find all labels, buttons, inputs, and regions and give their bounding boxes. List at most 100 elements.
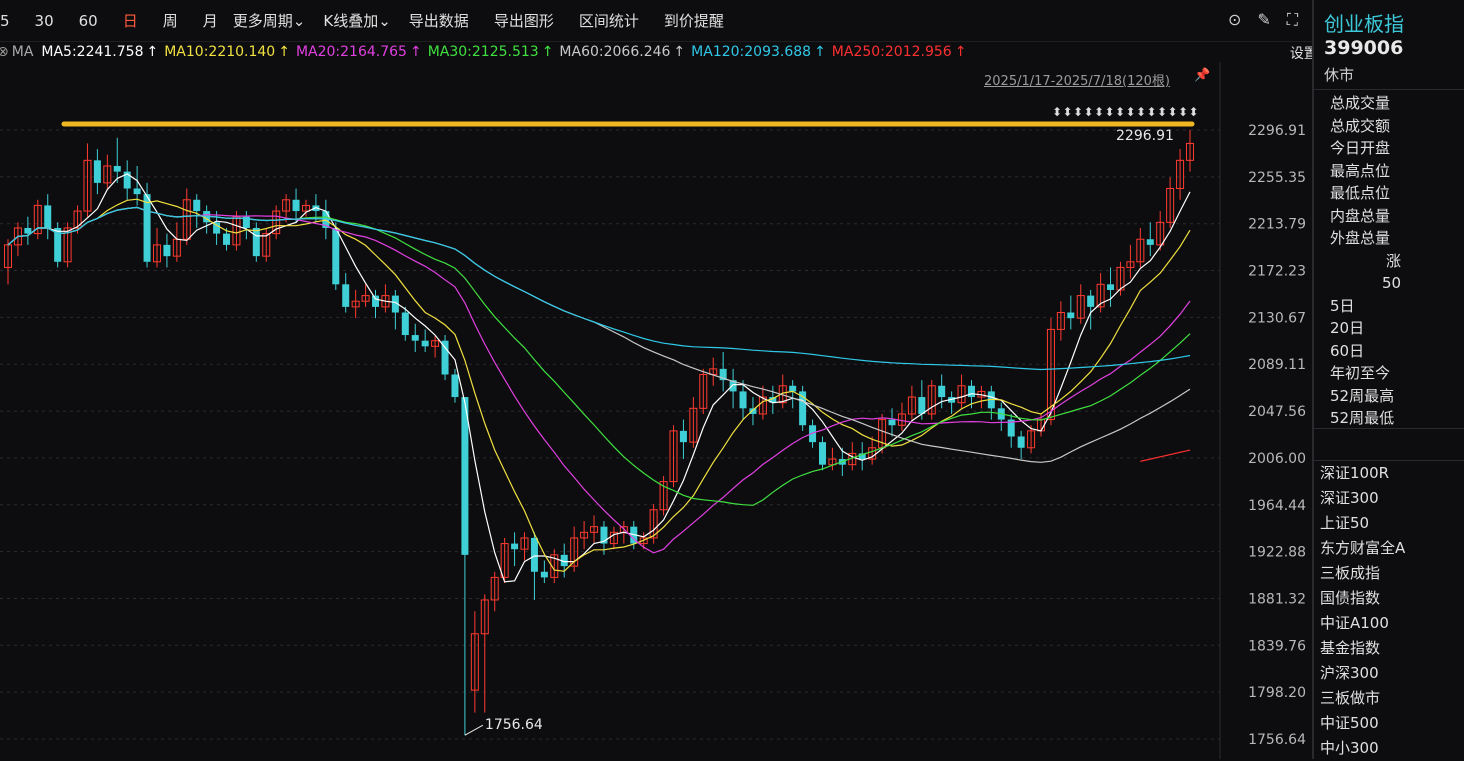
low-annotation-arrow bbox=[464, 724, 484, 736]
ma30-line bbox=[7, 206, 1191, 506]
price-alert-button[interactable]: 到价提醒 bbox=[648, 10, 733, 31]
index-list: 深证100R 深证300 上证50 东方财富全A 三板成指 国债指数 中证A10… bbox=[1320, 461, 1464, 761]
export-image-button[interactable]: 导出图形 bbox=[478, 10, 563, 31]
kline-overlay-dropdown[interactable]: K线叠加⌄ bbox=[314, 10, 399, 31]
stat-total-volume: 总成交量 bbox=[1330, 94, 1391, 112]
candle-body bbox=[918, 397, 926, 414]
chevron-circle-down-icon[interactable]: ⊙ bbox=[1228, 10, 1241, 30]
list-item[interactable]: 国债指数 bbox=[1320, 586, 1464, 611]
ma5-arrow-icon: ↑ bbox=[146, 44, 159, 60]
candle-body bbox=[679, 430, 687, 443]
ma10-value: MA10:2210.140 bbox=[164, 44, 276, 60]
index-name: 创业板指 bbox=[1324, 12, 1404, 36]
y-tick-label: 1756.64 bbox=[1248, 732, 1306, 748]
candle-body bbox=[113, 165, 121, 172]
period-month[interactable]: 月 bbox=[187, 10, 227, 31]
fullscreen-icon[interactable]: ⛶ bbox=[1287, 10, 1298, 30]
candle-body bbox=[24, 227, 32, 234]
marker-arrow-icon: ⬍ bbox=[1147, 105, 1157, 119]
candle-body bbox=[193, 199, 201, 212]
period-5d: 5日 bbox=[1330, 296, 1355, 315]
brush-icon[interactable]: ✎ bbox=[1257, 10, 1270, 30]
list-item[interactable]: 三板做市 bbox=[1320, 686, 1464, 711]
marker-arrow-icon: ⬍ bbox=[1073, 105, 1083, 119]
candle-body bbox=[888, 419, 896, 426]
divider bbox=[1314, 89, 1464, 90]
list-item[interactable]: 深证100R bbox=[1320, 461, 1464, 486]
close-icon[interactable]: ⊗ bbox=[0, 44, 9, 60]
more-period-dropdown[interactable]: 更多周期⌄ bbox=[227, 10, 315, 31]
marker-arrow-icon: ⬍ bbox=[1157, 105, 1167, 119]
market-status: 休市 bbox=[1324, 66, 1355, 84]
candle-body bbox=[530, 537, 538, 572]
ma30-arrow-icon: ↑ bbox=[541, 44, 554, 60]
stat-open: 今日开盘 bbox=[1330, 139, 1391, 157]
divider bbox=[1314, 428, 1464, 429]
marker-arrow-icon: ⬍ bbox=[1094, 105, 1104, 119]
range-stats-button[interactable]: 区间统计 bbox=[563, 10, 648, 31]
y-tick-label: 1964.44 bbox=[1248, 498, 1306, 514]
stat-total-amount: 总成交额 bbox=[1330, 116, 1391, 135]
chart-toolbar: 5 30 60 日 周 月 更多周期⌄ K线叠加⌄ 导出数据 导出图形 区间统计… bbox=[0, 0, 1312, 42]
list-item[interactable]: 中小300 bbox=[1320, 736, 1464, 761]
stat-up-value: 50 bbox=[1382, 274, 1402, 292]
period-week[interactable]: 周 bbox=[147, 10, 187, 31]
stat-low: 最低点位 bbox=[1330, 184, 1391, 202]
candle-body bbox=[133, 188, 141, 195]
candle-body bbox=[292, 199, 300, 212]
candle-body bbox=[1017, 436, 1025, 448]
ma-indicator-bar: ⊗ MA MA5:2241.758 ↑ MA10:2210.140 ↑ MA20:2… bbox=[0, 42, 1312, 62]
high-annotation: 2296.91 bbox=[1116, 128, 1174, 144]
candle-body bbox=[540, 571, 548, 578]
candle-body bbox=[451, 374, 459, 398]
list-item[interactable]: 东方财富全A bbox=[1320, 536, 1464, 561]
list-item[interactable]: 深证300 bbox=[1320, 486, 1464, 511]
quote-sidebar: 创业板指 399006 休市 总成交量 总成交额 今日开盘 最高点位 最低点位 … bbox=[1312, 0, 1464, 759]
period-52w-high: 52周最高 bbox=[1330, 386, 1395, 405]
ma120-value: MA120:2093.688 bbox=[691, 44, 812, 60]
candle-body bbox=[441, 340, 449, 375]
period-52w-low: 52周最低 bbox=[1330, 409, 1395, 427]
candle-body bbox=[421, 340, 429, 347]
candle-body bbox=[938, 385, 946, 398]
marker-arrow-icon: ⬍ bbox=[1084, 105, 1094, 119]
list-item[interactable]: 中证500 bbox=[1320, 711, 1464, 736]
marker-arrow-icon: ⬍ bbox=[1052, 105, 1062, 119]
period-5[interactable]: 5 bbox=[0, 12, 19, 30]
ma5-value: MA5:2241.758 bbox=[41, 44, 144, 60]
list-item[interactable]: 沪深300 bbox=[1320, 661, 1464, 686]
list-item[interactable]: 三板成指 bbox=[1320, 561, 1464, 586]
ma250-value: MA250:2012.956 bbox=[831, 44, 952, 60]
period-60[interactable]: 60 bbox=[63, 12, 107, 30]
candle-body bbox=[372, 295, 380, 307]
stat-up-label: 涨 bbox=[1386, 251, 1402, 270]
period-day[interactable]: 日 bbox=[107, 10, 147, 31]
period-30[interactable]: 30 bbox=[19, 12, 63, 30]
chevron-down-icon: ⌄ bbox=[292, 12, 306, 30]
candle-body bbox=[1067, 312, 1075, 319]
toolbar-right-icons: ⊙ ✎ ⛶ bbox=[1228, 10, 1298, 30]
kline-chart[interactable]: 2296.91 2255.35 2213.79 2172.23 2130.67 2089.… bbox=[0, 62, 1312, 759]
list-item[interactable]: 上证50 bbox=[1320, 511, 1464, 536]
export-data-button[interactable]: 导出数据 bbox=[400, 10, 478, 31]
ma-prefix: MA bbox=[11, 44, 34, 60]
candle-body bbox=[342, 284, 350, 307]
y-tick-label: 2213.79 bbox=[1248, 217, 1306, 233]
ma20-value: MA20:2164.765 bbox=[295, 44, 407, 60]
period-ytd: 年初至今 bbox=[1330, 364, 1391, 382]
candle-body bbox=[461, 397, 469, 555]
list-item[interactable]: 基金指数 bbox=[1320, 636, 1464, 661]
marker-arrow-icon: ⬍ bbox=[1063, 105, 1073, 119]
marker-arrow-icon: ⬍ bbox=[1115, 105, 1125, 119]
y-tick-label: 2172.23 bbox=[1248, 264, 1306, 280]
ma20-line bbox=[7, 206, 1191, 554]
ma120-arrow-icon: ↑ bbox=[814, 44, 826, 60]
period-20d: 20日 bbox=[1330, 319, 1365, 337]
marker-arrow-icon: ⬍ bbox=[1126, 105, 1136, 119]
candle-body bbox=[1087, 295, 1095, 307]
list-item[interactable]: 中证A100 bbox=[1320, 611, 1464, 636]
ma10-arrow-icon: ↑ bbox=[278, 44, 290, 60]
marker-arrow-icon: ⬍ bbox=[1189, 105, 1199, 119]
y-tick-label: 1881.32 bbox=[1248, 591, 1306, 607]
ma250-arrow-icon: ↑ bbox=[954, 44, 967, 60]
